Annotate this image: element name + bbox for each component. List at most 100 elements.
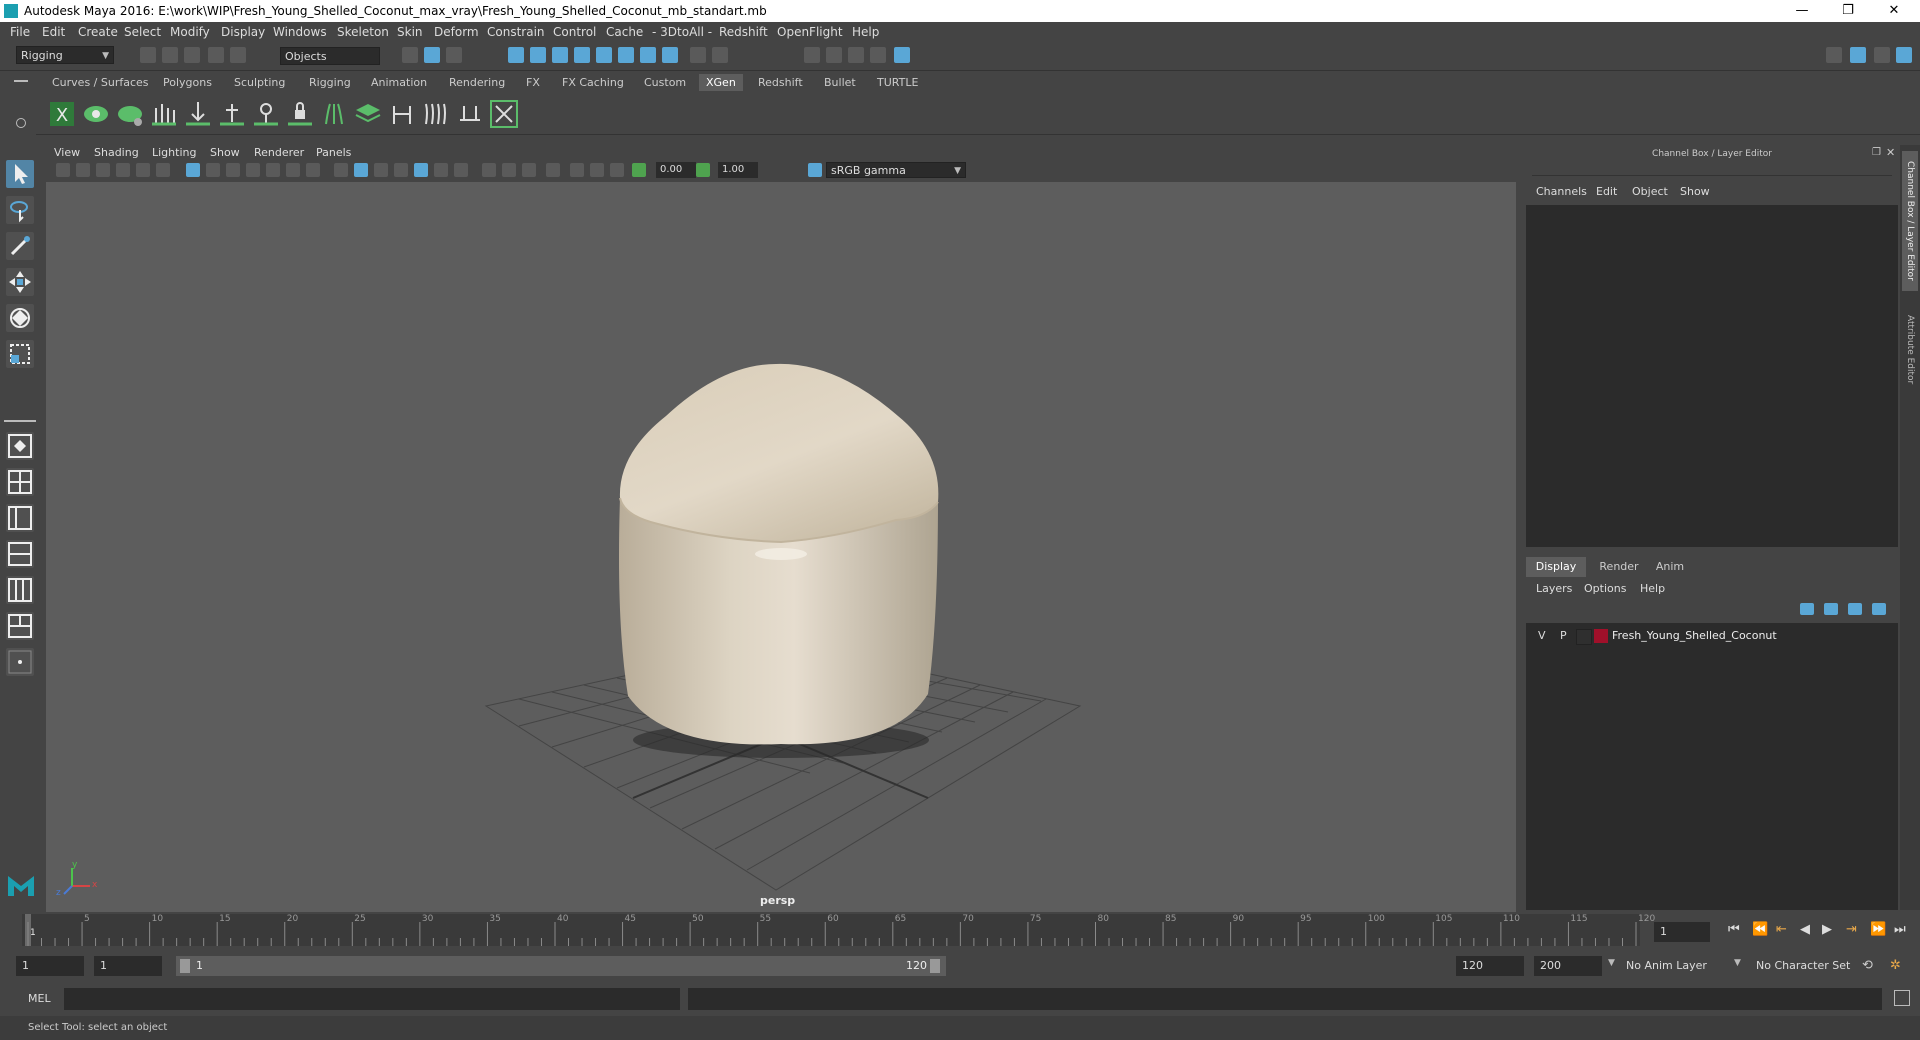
xgen-edit-guides-icon[interactable]: [218, 100, 246, 128]
two-d-pan-icon[interactable]: [136, 163, 150, 177]
xgen-lock-guides-icon[interactable]: [286, 100, 314, 128]
panel-menu-lighting[interactable]: Lighting: [152, 146, 196, 159]
persp-outliner-layout-icon[interactable]: [6, 504, 34, 532]
step-back-frame-icon[interactable]: ⇤: [1776, 922, 1787, 937]
snap-misc-icon[interactable]: [618, 47, 634, 63]
selection-mask-dropdown[interactable]: Objects: [280, 47, 380, 65]
paint-select-tool-icon[interactable]: [6, 232, 34, 260]
safe-title-icon[interactable]: [306, 163, 320, 177]
restore-button[interactable]: ❐: [1826, 0, 1870, 22]
layer-visibility-toggle[interactable]: V: [1538, 629, 1546, 642]
smooth-shade-icon[interactable]: [354, 163, 368, 177]
menu-file[interactable]: File: [10, 25, 30, 39]
menu-select[interactable]: Select: [124, 25, 161, 39]
shelf-tab-rendering[interactable]: Rendering: [442, 74, 512, 91]
image-plane-icon[interactable]: [116, 163, 130, 177]
close-button[interactable]: ✕: [1872, 0, 1916, 22]
layer-tab-display[interactable]: Display: [1526, 557, 1586, 577]
xgen-splines-icon[interactable]: [422, 100, 450, 128]
command-language-label[interactable]: MEL: [28, 992, 51, 1005]
motion-blur-icon[interactable]: [502, 163, 516, 177]
menu-constrain[interactable]: Constrain: [487, 25, 545, 39]
exposure-field[interactable]: 0.00: [656, 162, 696, 178]
go-to-start-icon[interactable]: ⏮: [1728, 922, 1740, 937]
help-menu[interactable]: Help: [1640, 582, 1665, 595]
step-forward-frame-icon[interactable]: ⇥: [1846, 922, 1857, 937]
layer-row[interactable]: V P Fresh_Young_Shelled_Coconut: [1530, 627, 1894, 645]
snap-point-icon[interactable]: [552, 47, 568, 63]
xray-active-icon[interactable]: [590, 163, 604, 177]
grid-toggle-icon[interactable]: [186, 163, 200, 177]
ipr-render-icon[interactable]: [826, 47, 842, 63]
render-view-icon[interactable]: [894, 47, 910, 63]
play-backwards-icon[interactable]: ◀: [1800, 922, 1810, 937]
channels-menu[interactable]: Channels: [1536, 185, 1587, 198]
menu-help[interactable]: Help: [852, 25, 879, 39]
panel-menu-show[interactable]: Show: [210, 146, 240, 159]
shelf-tab-fx-caching[interactable]: FX Caching: [555, 74, 631, 91]
shelf-tab-animation[interactable]: Animation: [364, 74, 434, 91]
menu-3dtoall[interactable]: - 3DtoAll -: [652, 25, 712, 39]
side-tab-channel-box[interactable]: Channel Box / Layer Editor: [1902, 151, 1918, 291]
menu-cache[interactable]: Cache: [606, 25, 643, 39]
menu-control[interactable]: Control: [553, 25, 596, 39]
layer-playback-toggle[interactable]: P: [1560, 629, 1567, 642]
go-to-end-icon[interactable]: ⏭: [1894, 922, 1906, 937]
redo-icon[interactable]: [230, 47, 246, 63]
end-time-field[interactable]: 200: [1534, 956, 1602, 976]
move-tool-icon[interactable]: [6, 268, 34, 296]
snap-live-icon[interactable]: [596, 47, 612, 63]
undo-icon[interactable]: [208, 47, 224, 63]
xgen-layers-icon[interactable]: [354, 100, 382, 128]
snap-grid-icon[interactable]: [508, 47, 524, 63]
exposure-icon[interactable]: [632, 163, 646, 177]
menu-create[interactable]: Create: [78, 25, 118, 39]
shelf-tab-turtle[interactable]: TURTLE: [870, 74, 925, 91]
xray-icon[interactable]: [570, 163, 584, 177]
gamma-field[interactable]: 1.00: [718, 162, 758, 178]
new-empty-layer-icon[interactable]: [1848, 603, 1862, 615]
field-chart-icon[interactable]: [266, 163, 280, 177]
playback-end-field[interactable]: 120: [1456, 956, 1524, 976]
snap-curve-icon[interactable]: [530, 47, 546, 63]
four-view-layout-icon[interactable]: [6, 468, 34, 496]
range-start-handle[interactable]: [180, 959, 190, 973]
shelf-tab-bullet[interactable]: Bullet: [817, 74, 863, 91]
show-menu[interactable]: Show: [1680, 185, 1710, 198]
auto-key-icon[interactable]: ⟲: [1862, 958, 1873, 973]
step-back-key-icon[interactable]: ⏪: [1752, 922, 1768, 937]
step-forward-key-icon[interactable]: ⏩: [1870, 922, 1886, 937]
shelf-menu-icon[interactable]: [14, 80, 28, 82]
playback-start-field[interactable]: 1: [94, 956, 162, 976]
panel-menu-shading[interactable]: Shading: [94, 146, 139, 159]
object-menu[interactable]: Object: [1632, 185, 1668, 198]
chevron-down-icon[interactable]: ▼: [1608, 958, 1615, 968]
minimize-button[interactable]: —: [1780, 0, 1824, 22]
menu-redshift[interactable]: Redshift: [719, 25, 768, 39]
time-slider[interactable]: 1 5 10 15 20 25 30 35 40 45 50 55 60 65 70 75 80 85 90 95 10…: [0, 912, 1920, 948]
panel-menu-renderer[interactable]: Renderer: [254, 146, 304, 159]
anim-layer-dropdown[interactable]: No Anim Layer: [1622, 956, 1742, 976]
viewport-persp[interactable]: y x z persp: [46, 182, 1516, 912]
xgen-create-description-icon[interactable]: [116, 100, 144, 128]
close-panel-icon[interactable]: ✕: [1886, 146, 1895, 159]
safe-action-icon[interactable]: [286, 163, 300, 177]
anti-aliasing-icon[interactable]: [522, 163, 536, 177]
film-gate-icon[interactable]: [206, 163, 220, 177]
xray-joints-icon[interactable]: [610, 163, 624, 177]
menu-edit[interactable]: Edit: [42, 25, 65, 39]
layout-options-icon[interactable]: [6, 648, 34, 676]
input-output-icon[interactable]: [712, 47, 728, 63]
menu-display[interactable]: Display: [221, 25, 265, 39]
hypershade-icon[interactable]: [870, 47, 886, 63]
screen-space-ao-icon[interactable]: [482, 163, 496, 177]
rotate-tool-icon[interactable]: [6, 304, 34, 332]
use-all-lights-icon[interactable]: [434, 163, 448, 177]
menu-openflight[interactable]: OpenFlight: [777, 25, 843, 39]
shelf-tab-custom[interactable]: Custom: [637, 74, 693, 91]
xgen-guide-visibility-icon[interactable]: [252, 100, 280, 128]
command-input[interactable]: [64, 988, 680, 1010]
xgen-preview-icon[interactable]: [82, 100, 110, 128]
new-scene-icon[interactable]: [140, 47, 156, 63]
select-tool-icon[interactable]: [6, 160, 34, 188]
